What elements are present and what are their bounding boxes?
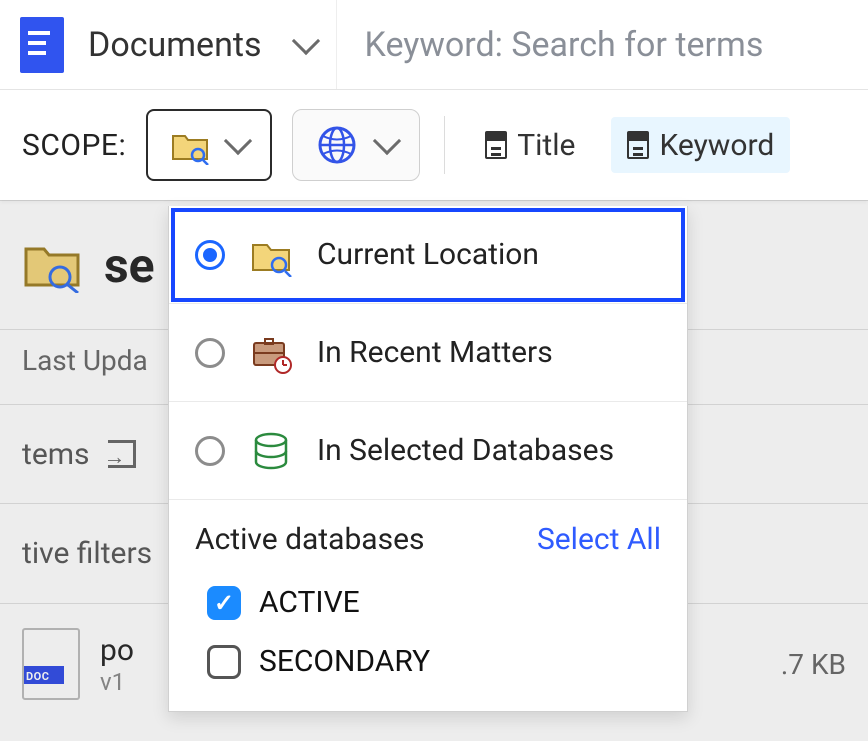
search-mode-title[interactable]: Title: [469, 117, 591, 173]
globe-icon: [315, 123, 359, 167]
category-label: Documents: [88, 25, 262, 65]
active-databases-section: Active databases Select All ACTIVE SECON…: [169, 500, 687, 711]
option-label: Current Location: [317, 237, 539, 272]
scope-dropdown: Current Location In Recent Matters In S: [168, 206, 688, 712]
scope-bar: SCOPE: Title Keyword: [0, 90, 868, 200]
file-version: v1: [100, 668, 134, 696]
search-placeholder: Keyword: Search for terms: [365, 25, 764, 65]
chevron-down-icon: [224, 127, 252, 155]
briefcase-clock-icon: [249, 331, 293, 375]
top-bar: Documents Keyword: Search for terms: [0, 0, 868, 90]
search-input[interactable]: Keyword: Search for terms: [336, 0, 868, 89]
chip-label: Title: [517, 128, 575, 163]
scope-location-button[interactable]: [146, 109, 272, 181]
radio-unchecked-icon: [195, 338, 225, 368]
file-size: .7 KB: [781, 648, 846, 681]
checkbox-unchecked-icon[interactable]: [207, 645, 241, 679]
select-all-link[interactable]: Select All: [537, 522, 661, 557]
database-name: ACTIVE: [259, 585, 360, 620]
scope-option-selected-databases[interactable]: In Selected Databases: [169, 402, 687, 500]
items-label: tems: [22, 437, 90, 472]
chevron-down-icon: [373, 127, 401, 155]
doc-file-icon: [22, 628, 80, 700]
section-title: Active databases: [195, 522, 424, 557]
folder-search-icon: [170, 125, 210, 165]
folder-search-icon: [22, 237, 82, 293]
checkbox-checked-icon[interactable]: [207, 586, 241, 620]
file-name: po: [100, 633, 134, 668]
scope-global-button[interactable]: [292, 109, 420, 181]
folder-search-icon: [249, 233, 293, 277]
option-label: In Recent Matters: [317, 335, 553, 370]
search-mode-keyword[interactable]: Keyword: [611, 117, 790, 173]
page-icon: [485, 131, 507, 159]
export-icon[interactable]: [108, 440, 136, 468]
scope-option-current-location[interactable]: Current Location: [169, 206, 687, 304]
search-term-prefix: se: [104, 237, 155, 294]
database-name: SECONDARY: [259, 644, 430, 679]
option-label: In Selected Databases: [317, 433, 614, 468]
page-icon: [627, 131, 649, 159]
radio-unchecked-icon: [195, 436, 225, 466]
database-option-secondary[interactable]: SECONDARY: [195, 632, 661, 691]
category-selector[interactable]: Documents: [0, 0, 336, 89]
radio-checked-icon: [195, 240, 225, 270]
database-icon: [249, 429, 293, 473]
document-icon: [20, 17, 64, 73]
database-option-active[interactable]: ACTIVE: [195, 573, 661, 632]
divider: [444, 116, 445, 174]
scope-option-recent-matters[interactable]: In Recent Matters: [169, 304, 687, 402]
scope-label: SCOPE:: [22, 128, 126, 163]
chip-label: Keyword: [659, 128, 774, 163]
filters-label: tive filters: [22, 536, 152, 571]
chevron-down-icon: [291, 26, 319, 54]
